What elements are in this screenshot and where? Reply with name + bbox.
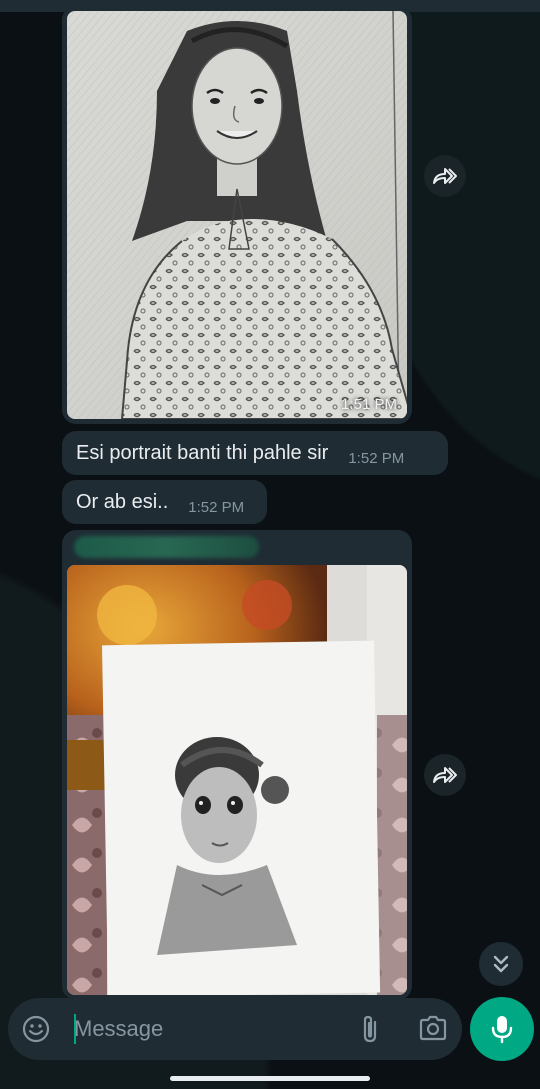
attach-button[interactable] bbox=[360, 1014, 382, 1049]
message-text: Esi portrait banti thi pahle sir bbox=[76, 441, 329, 464]
camera-icon bbox=[419, 1015, 447, 1041]
forward-button[interactable] bbox=[424, 754, 466, 796]
sketch-portrait-image bbox=[67, 11, 407, 419]
image-message-4[interactable] bbox=[62, 530, 412, 1000]
child-drawing-image bbox=[67, 565, 407, 995]
message-time: 1:52 PM bbox=[188, 498, 245, 516]
forward-button[interactable] bbox=[424, 155, 466, 197]
message-time: 1:51 PM bbox=[341, 396, 397, 413]
double-chevron-down-icon bbox=[493, 955, 509, 973]
emoji-button[interactable] bbox=[22, 1015, 50, 1048]
mic-icon bbox=[491, 1016, 513, 1044]
message-input[interactable] bbox=[66, 1010, 336, 1048]
emoji-icon bbox=[22, 1015, 50, 1043]
message-text: Or ab esi.. bbox=[76, 490, 169, 513]
text-message-3[interactable]: Or ab esi.. 1:52 PM bbox=[62, 480, 267, 524]
voice-record-button[interactable] bbox=[470, 997, 534, 1061]
paperclip-icon bbox=[363, 1015, 377, 1043]
text-message-2[interactable]: Esi portrait banti thi pahle sir 1:52 PM bbox=[62, 431, 448, 475]
image-sketch-portrait[interactable]: 1:51 PM bbox=[67, 11, 407, 419]
sender-name-blurred bbox=[74, 536, 259, 558]
scroll-to-bottom-button[interactable] bbox=[479, 942, 523, 986]
image-child-drawing[interactable] bbox=[67, 565, 407, 995]
message-time: 1:52 PM bbox=[348, 449, 405, 467]
forward-icon bbox=[433, 767, 457, 783]
camera-button[interactable] bbox=[418, 1015, 448, 1046]
home-indicator[interactable] bbox=[170, 1076, 370, 1081]
message-composer bbox=[8, 998, 462, 1060]
forward-icon bbox=[433, 168, 457, 184]
image-message-1[interactable]: 1:51 PM bbox=[62, 6, 412, 424]
